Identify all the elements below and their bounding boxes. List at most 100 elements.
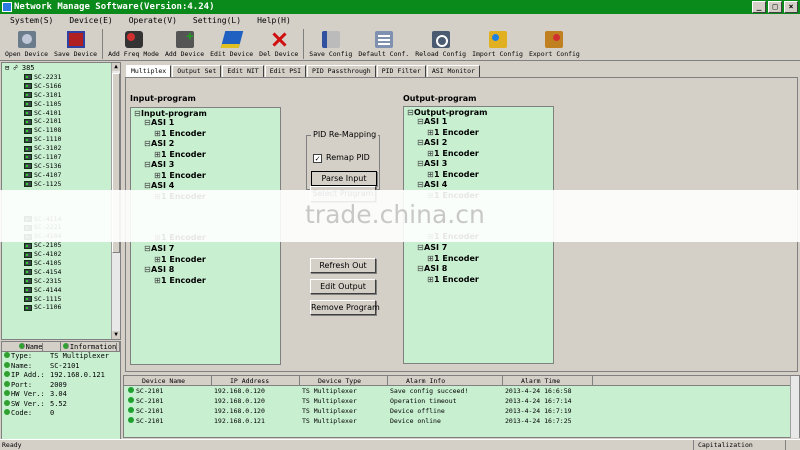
expand-icon[interactable]: ⊞ [154,150,161,159]
input-root-node[interactable]: ⊟Input-program [134,109,207,118]
tree-device-item[interactable]: SC-4105 [24,259,61,268]
collapse-icon[interactable]: ⊟ [144,181,151,190]
tree-device-item[interactable]: SC-3102 [24,144,61,153]
input-asi-node[interactable]: ⊟ASI 2 [144,139,174,148]
output-encoder-node[interactable]: ⊞1 Encoder [427,170,479,179]
collapse-icon[interactable]: ⊟ [417,264,424,273]
tree-device-item[interactable]: SC-5166 [24,82,61,91]
tree-device-item[interactable]: SC-2105 [24,241,61,250]
tab-pid-filter[interactable]: PID Filter [376,65,426,77]
scroll-up-icon[interactable]: ▲ [112,63,120,71]
tree-device-item[interactable]: SC-5136 [24,162,61,171]
alarm-col-alarm-info[interactable]: Alarm Info [388,376,503,385]
close-button[interactable]: × [784,1,798,13]
info-header-information[interactable]: Information [61,342,120,351]
output-encoder-node[interactable]: ⊞1 Encoder [427,128,479,137]
output-asi-node[interactable]: ⊟ASI 4 [417,180,447,189]
collapse-icon[interactable]: ⊟ [144,244,151,253]
output-encoder-node[interactable]: ⊞1 Encoder [427,149,479,158]
collapse-icon[interactable]: ⊟ [417,138,424,147]
collapse-icon[interactable]: ⊟ [144,265,151,274]
input-encoder-node[interactable]: ⊞1 Encoder [154,255,206,264]
collapse-icon[interactable]: ⊟ [144,160,151,169]
tree-device-item[interactable]: SC-1106 [24,303,61,312]
output-asi-node[interactable]: ⊟ASI 7 [417,243,447,252]
alarm-scrollbar[interactable] [790,376,799,438]
tab-asi-monitor[interactable]: ASI Monitor [426,65,480,77]
input-encoder-node[interactable]: ⊞1 Encoder [154,129,206,138]
alarm-col-alarm-time[interactable]: Alarm Time [503,376,593,385]
expand-icon[interactable]: ⊞ [154,255,161,264]
input-asi-node[interactable]: ⊟ASI 4 [144,181,174,190]
tree-root[interactable]: ⊟ ☍ 385 [5,64,35,72]
input-asi-node[interactable]: ⊟ASI 8 [144,265,174,274]
output-encoder-node[interactable]: ⊞1 Encoder [427,254,479,263]
alarm-col-ip-address[interactable]: IP Address [212,376,300,385]
expand-icon[interactable]: ⊞ [154,129,161,138]
alarm-col-device-type[interactable]: Device Type [300,376,388,385]
alarm-row[interactable]: SC-2101 192.168.0.120 TS Multiplexer Operat… [124,396,799,406]
expand-icon[interactable]: ⊞ [154,276,161,285]
alarm-row[interactable]: SC-2101 192.168.0.120 TS Multiplexer Device… [124,406,799,416]
output-asi-node[interactable]: ⊟ASI 8 [417,264,447,273]
alarm-row[interactable]: SC-2101 192.168.0.121 TS Multiplexer Device… [124,416,799,426]
input-asi-node[interactable]: ⊟ASI 3 [144,160,174,169]
tree-device-item[interactable]: SC-1107 [24,153,61,162]
del-device-button[interactable]: Del Device [256,28,301,60]
collapse-icon[interactable]: ⊟ [417,243,424,252]
collapse-icon[interactable]: ⊟ [417,180,424,189]
scroll-down-icon[interactable]: ▼ [112,331,120,339]
tab-output-set[interactable]: Output Set [172,65,222,77]
remap-pid-checkbox[interactable]: ✓ [313,154,322,163]
tree-device-item[interactable]: SC-4102 [24,250,61,259]
tree-device-item[interactable]: SC-4107 [24,171,61,180]
menu-device[interactable]: Device(E) [63,14,118,28]
default-config-button[interactable]: Default Conf. [355,28,412,60]
input-asi-node[interactable]: ⊟ASI 1 [144,118,174,127]
output-asi-node[interactable]: ⊟ASI 3 [417,159,447,168]
tab-edit-nit[interactable]: Edit NIT [222,65,264,77]
output-root-node[interactable]: ⊟Output-program [407,108,487,117]
refresh-out-button[interactable]: Refresh Out [310,258,376,273]
info-header-name[interactable]: Name [2,342,61,351]
collapse-icon[interactable]: ⊟ [134,109,141,118]
menu-setting[interactable]: Setting(L) [187,14,247,28]
collapse-icon[interactable]: ⊟ [407,108,414,117]
open-device-button[interactable]: Open Device [2,28,51,60]
input-encoder-node[interactable]: ⊞1 Encoder [154,276,206,285]
menu-help[interactable]: Help(H) [251,14,297,28]
tree-device-item[interactable]: SC-2101 [24,117,61,126]
maximize-button[interactable]: □ [768,1,782,13]
expand-icon[interactable]: ⊞ [427,128,434,137]
input-asi-node[interactable]: ⊟ASI 7 [144,244,174,253]
tree-device-item[interactable]: SC-1110 [24,135,61,144]
tab-edit-psi[interactable]: Edit PSI [264,65,306,77]
add-freq-mode-button[interactable]: Add Freq Mode [105,28,162,60]
expand-icon[interactable]: ⊞ [427,149,434,158]
save-device-button[interactable]: Save Device [51,28,100,60]
expand-icon[interactable]: ⊞ [427,275,434,284]
input-encoder-node[interactable]: ⊞1 Encoder [154,150,206,159]
resize-grip[interactable] [786,440,800,450]
expand-icon[interactable]: ⊞ [154,171,161,180]
collapse-icon[interactable]: ⊟ [417,117,424,126]
tree-device-item[interactable]: SC-1108 [24,126,61,135]
output-asi-node[interactable]: ⊟ASI 2 [417,138,447,147]
expand-icon[interactable]: ⊞ [427,170,434,179]
save-config-button[interactable]: Save Config [306,28,355,60]
output-asi-node[interactable]: ⊟ASI 1 [417,117,447,126]
minimize-button[interactable]: _ [752,1,766,13]
reload-config-button[interactable]: Reload Config [412,28,469,60]
collapse-icon[interactable]: ⊟ [144,118,151,127]
add-device-button[interactable]: Add Device [162,28,207,60]
tree-device-item[interactable]: SC-1115 [24,295,61,304]
collapse-icon[interactable]: ⊟ [417,159,424,168]
parse-input-button[interactable]: Parse Input [311,171,377,186]
tree-device-item[interactable]: SC-3101 [24,91,61,100]
edit-output-button[interactable]: Edit Output [310,279,376,294]
alarm-col-device-name[interactable]: Device Name [124,376,212,385]
tree-device-item[interactable]: SC-2231 [24,73,61,82]
output-encoder-node[interactable]: ⊞1 Encoder [427,275,479,284]
edit-device-button[interactable]: Edit Device [207,28,256,60]
tree-device-item[interactable]: SC-2315 [24,277,61,286]
